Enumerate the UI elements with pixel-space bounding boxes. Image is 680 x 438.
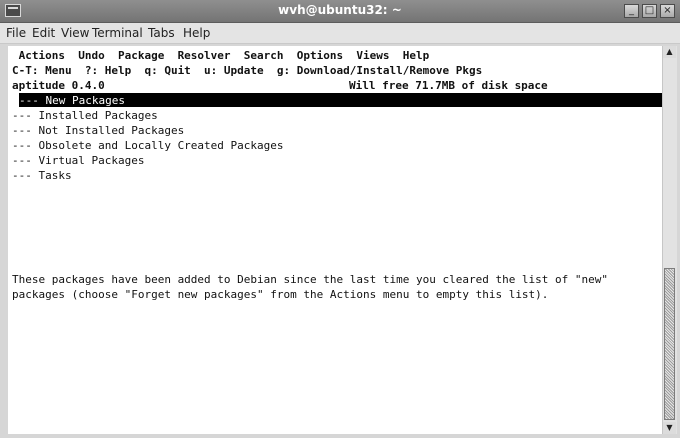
tree-item-virtual-packages[interactable]: --- Virtual Packages [12, 153, 144, 168]
close-button[interactable]: × [660, 4, 675, 18]
tree-item-new-packages[interactable]: --- New Packages [19, 93, 125, 108]
scroll-down-arrow-icon[interactable]: ▼ [663, 422, 676, 434]
terminal-window: wvh@ubuntu32: ~ _ □ × File Edit View Ter… [0, 0, 680, 438]
description-line-1: These packages have been added to Debian… [12, 273, 609, 286]
aptitude-menu-line[interactable]: Actions Undo Package Resolver Search Opt… [12, 48, 430, 63]
menu-bar: File Edit View Terminal Tabs Help [0, 23, 680, 44]
maximize-button[interactable]: □ [642, 4, 657, 18]
tree-item-not-installed-packages[interactable]: --- Not Installed Packages [12, 123, 184, 138]
title-bar[interactable]: wvh@ubuntu32: ~ _ □ × [0, 0, 680, 23]
aptitude-version: aptitude 0.4.0 [12, 79, 105, 92]
disk-space-status: Will free 71.7MB of disk space [349, 79, 548, 92]
terminal-screen[interactable]: Actions Undo Package Resolver Search Opt… [8, 46, 662, 434]
menu-file[interactable]: File [6, 26, 26, 40]
tree-item-installed-packages[interactable]: --- Installed Packages [12, 108, 158, 123]
tree-item-obsolete-packages[interactable]: --- Obsolete and Locally Created Package… [12, 138, 284, 153]
menu-help[interactable]: Help [183, 26, 210, 40]
menu-view[interactable]: View [61, 26, 89, 40]
vertical-scrollbar[interactable]: ▲ ▼ [662, 46, 677, 434]
minimize-button[interactable]: _ [624, 4, 639, 18]
terminal-cursor [12, 93, 19, 107]
tree-item-tasks[interactable]: --- Tasks [12, 168, 72, 183]
menu-terminal[interactable]: Terminal [92, 26, 143, 40]
window-title: wvh@ubuntu32: ~ [278, 3, 402, 17]
menu-edit[interactable]: Edit [32, 26, 55, 40]
aptitude-help-line: C-T: Menu ?: Help q: Quit u: Update g: D… [12, 64, 483, 77]
scrollbar-thumb[interactable] [664, 268, 675, 420]
description-line-2: packages (choose "Forget new packages" f… [12, 288, 549, 301]
scroll-up-arrow-icon[interactable]: ▲ [663, 46, 676, 58]
menu-tabs[interactable]: Tabs [148, 26, 175, 40]
